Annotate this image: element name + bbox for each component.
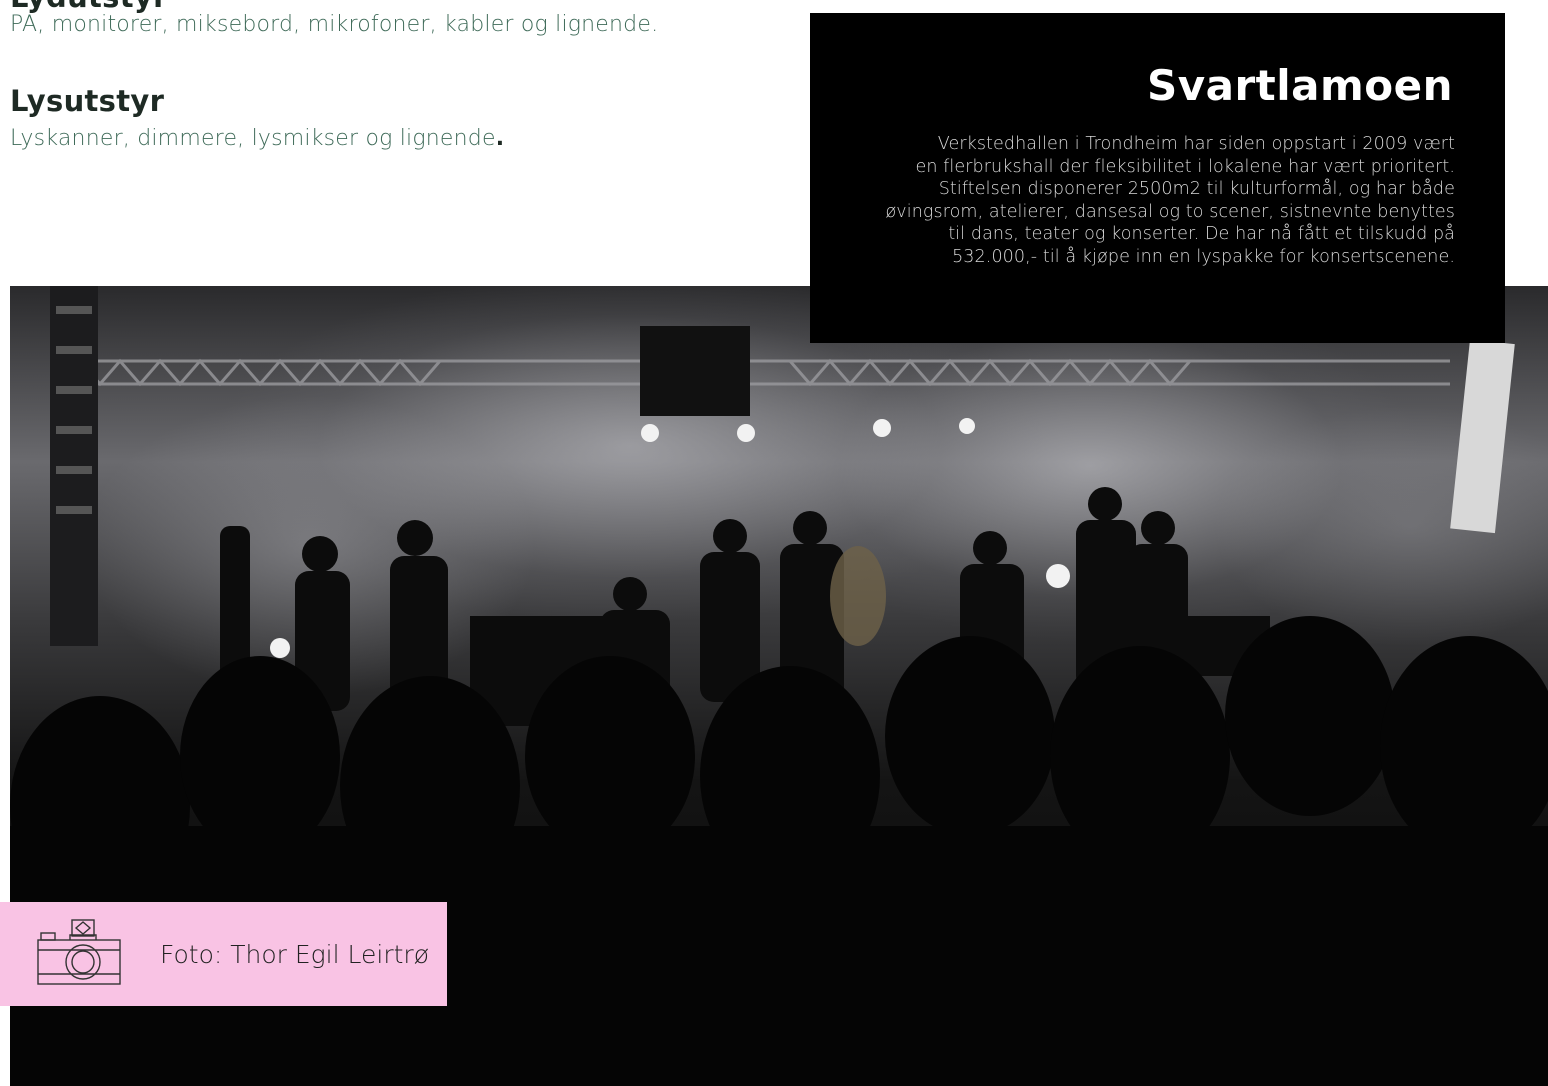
venue-description-line: øvingsrom, atelierer, dansesal og to sce… [885, 201, 1455, 222]
venue-description-line: en flerbrukshall der fleksibilitet i lok… [915, 156, 1455, 177]
light-equipment-description-end: . [495, 126, 505, 151]
light-equipment-description-wrap: Lyskanner, dimmere, lysmikser og lignend… [10, 126, 504, 151]
sound-equipment-description: PA, monitorer, miksebord, mikrofoner, ka… [10, 12, 659, 37]
photo-credit-box: Foto: Thor Egil Leirtrø [0, 902, 447, 1006]
venue-title: Svartlamoen [1146, 61, 1453, 110]
venue-description-line: 532.000,- til å kjøpe inn en lyspakke fo… [952, 246, 1455, 267]
light-equipment-heading: Lysutstyr [10, 84, 165, 118]
venue-description-line: Stiftelsen disponerer 2500m2 til kulturf… [938, 179, 1455, 199]
venue-description-line: Verkstedhallen i Trondheim har siden opp… [937, 134, 1455, 154]
light-equipment-description: Lyskanner, dimmere, lysmikser og lignend… [10, 126, 496, 151]
venue-description: Verkstedhallen i Trondheim har siden opp… [835, 133, 1455, 268]
venue-info-box: Svartlamoen Verkstedhallen i Trondheim h… [810, 13, 1505, 343]
camera-icon [37, 919, 121, 985]
venue-description-line: til dans, teater og konserter. De har nå… [948, 224, 1455, 244]
photo-credit: Foto: Thor Egil Leirtrø [160, 940, 429, 969]
